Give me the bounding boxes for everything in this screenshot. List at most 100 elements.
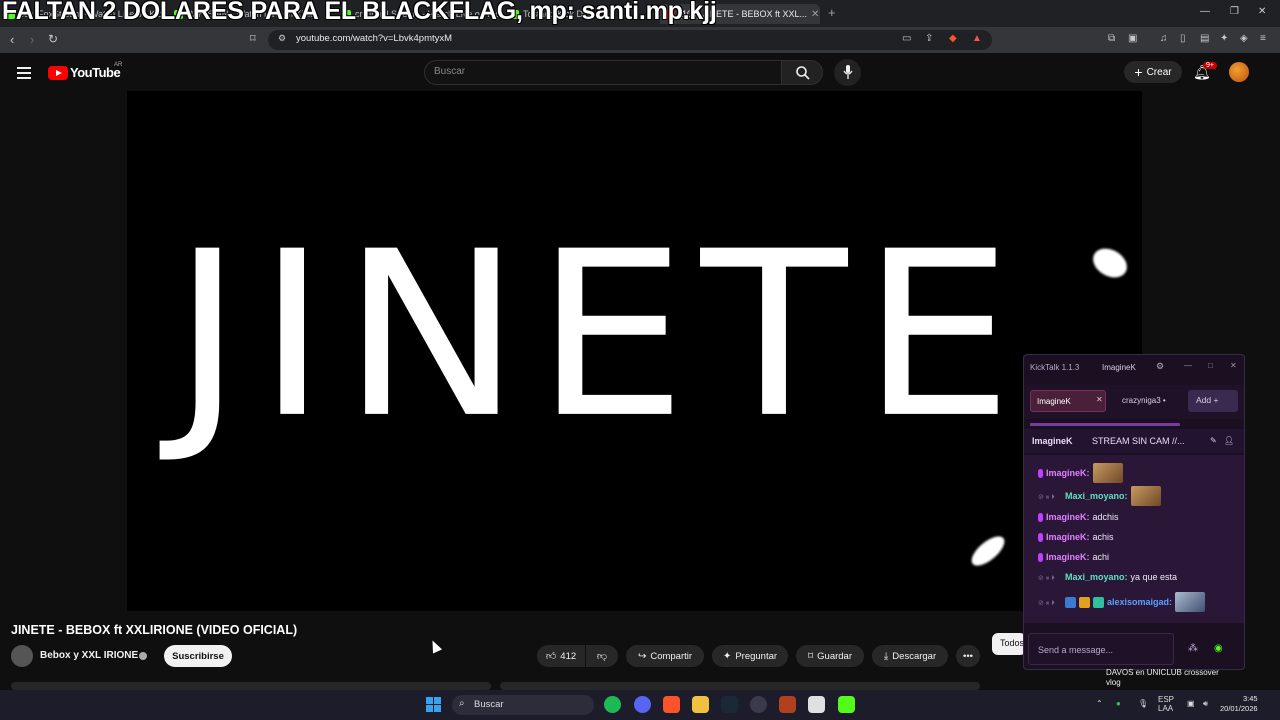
chat-username[interactable]: Maxi_moyano:: [1065, 491, 1128, 501]
channel-avatar[interactable]: [11, 645, 33, 667]
back-icon[interactable]: ‹: [10, 32, 14, 47]
mouse-cursor-icon: [427, 638, 443, 654]
ask-button[interactable]: ✦ Preguntar: [712, 645, 788, 667]
youtube-wordmark[interactable]: YouTube: [70, 65, 121, 80]
more-actions-button[interactable]: •••: [956, 645, 980, 667]
chat-text: achis: [1092, 532, 1114, 542]
share-icon[interactable]: ⇪: [925, 33, 933, 44]
new-tab-button[interactable]: +: [828, 5, 836, 20]
chat-username[interactable]: alexisomaigad:: [1107, 597, 1172, 607]
chat-username[interactable]: ImagineK:: [1046, 552, 1090, 562]
chat-tab-crazyniga3[interactable]: crazyniga3 •: [1122, 396, 1166, 405]
browser-tab-strip: ecal:FoxStream - Watch Live on Kick PARI…: [0, 0, 1280, 27]
lang-layout: LAA: [1158, 704, 1174, 713]
description-box[interactable]: [11, 682, 491, 690]
volume-icon[interactable]: 🔊︎: [1203, 699, 1208, 709]
search-button[interactable]: [781, 60, 823, 85]
menu-icon[interactable]: ≡: [1260, 33, 1266, 44]
mod-actions-icon[interactable]: ⊘ ⏸ ⏵: [1038, 574, 1062, 582]
sidebar-icon[interactable]: ▯: [1180, 33, 1186, 44]
extensions-icon[interactable]: ⧉: [1108, 33, 1115, 44]
cat-emote-icon: [1092, 463, 1123, 483]
mod-actions-icon[interactable]: ⊘ ⏸ ⏵: [1038, 493, 1062, 501]
extension-icon[interactable]: ▣: [1128, 33, 1137, 44]
like-button[interactable]: 👍︎ 412: [537, 645, 585, 667]
maximize-icon[interactable]: ❐: [1230, 6, 1239, 17]
file-explorer-icon[interactable]: [692, 696, 709, 713]
wallet-icon[interactable]: ▤: [1200, 33, 1209, 44]
app-icon[interactable]: [750, 696, 767, 713]
mod-actions-icon[interactable]: ⊘ ⏸ ⏵: [1038, 599, 1062, 607]
address-bar-row: ‹ › ↻ ⌑: [0, 27, 1280, 53]
close-window-icon[interactable]: ✕: [1258, 6, 1266, 17]
cat-emote-icon: [1130, 486, 1161, 506]
brave-rewards-icon[interactable]: ▲: [972, 33, 982, 44]
add-chat-button[interactable]: Add +: [1188, 390, 1238, 412]
emote-picker-icon[interactable]: ⁂: [1188, 643, 1198, 654]
filter-chip-all[interactable]: Todos: [992, 633, 1026, 655]
share-button[interactable]: ↪ Compartir: [626, 645, 704, 667]
bookmark-icon: ⌑: [808, 650, 814, 662]
forward-icon[interactable]: ›: [30, 32, 34, 47]
tray-overflow-icon[interactable]: ⌃: [1096, 699, 1103, 708]
user-icon[interactable]: 👤︎: [1224, 436, 1234, 445]
steam-icon[interactable]: [721, 696, 738, 713]
voice-search-button[interactable]: [834, 59, 861, 86]
spotify-icon[interactable]: [604, 696, 621, 713]
taskbar-search-label: Buscar: [474, 699, 504, 710]
reload-icon[interactable]: ↻: [48, 32, 58, 46]
pin-icon[interactable]: ✎: [1210, 436, 1217, 445]
comments-box[interactable]: [500, 682, 980, 690]
chat-username[interactable]: ImagineK:: [1046, 532, 1090, 542]
close-icon[interactable]: ✕: [1230, 361, 1237, 370]
vpn-icon[interactable]: ◈: [1240, 33, 1248, 44]
hamburger-menu-icon[interactable]: [17, 67, 31, 82]
close-tab-icon[interactable]: ✕: [1096, 395, 1103, 404]
notepad-icon[interactable]: [808, 696, 825, 713]
save-button[interactable]: ⌑ Guardar: [796, 645, 864, 667]
bookmark-icon[interactable]: ⌑: [250, 32, 256, 45]
minimize-icon[interactable]: —: [1200, 6, 1210, 17]
chat-tab-imaginek[interactable]: ImagineK: [1030, 390, 1106, 412]
channel-name[interactable]: Bebox y XXL IRIONE: [40, 650, 138, 661]
url-text[interactable]: youtube.com/watch?v=Lbvk4pmtyxM: [296, 33, 452, 44]
stream-channel-name[interactable]: ImagineK: [1032, 436, 1073, 446]
brave-icon[interactable]: [663, 696, 680, 713]
search-input[interactable]: [424, 60, 782, 85]
site-info-icon[interactable]: ⚙: [278, 33, 286, 44]
windows-start-icon[interactable]: [426, 697, 442, 713]
winrar-icon[interactable]: [779, 696, 796, 713]
discord-icon[interactable]: [634, 696, 651, 713]
youtube-logo-icon[interactable]: [48, 66, 68, 80]
maximize-icon[interactable]: □: [1208, 361, 1213, 370]
microphone-tray-icon[interactable]: 🎙︎: [1138, 699, 1148, 708]
close-tab-icon[interactable]: ✕: [811, 9, 819, 20]
language-indicator[interactable]: ESP LAA: [1158, 695, 1174, 713]
settings-gear-icon[interactable]: ⚙: [1156, 361, 1164, 372]
share-label: Compartir: [650, 650, 693, 662]
media-icon[interactable]: ♫: [1160, 33, 1168, 44]
like-count: 412: [560, 650, 577, 662]
create-button[interactable]: + Crear: [1124, 61, 1182, 83]
chat-username[interactable]: ImagineK:: [1046, 468, 1090, 478]
plus-icon: +: [1213, 395, 1219, 405]
download-button[interactable]: ⤓ Descargar: [872, 645, 948, 667]
chat-username[interactable]: ImagineK:: [1046, 512, 1090, 522]
subscribe-button[interactable]: Suscribirse: [164, 645, 232, 667]
badge-icon: [1065, 596, 1076, 608]
news-widget[interactable]: DAVOS en UNICLUB crossover vlog: [1106, 668, 1241, 688]
more-dots-icon: •••: [963, 650, 973, 662]
network-icon[interactable]: ▣: [1187, 699, 1195, 708]
chat-username[interactable]: Maxi_moyano:: [1065, 572, 1128, 582]
brave-shield-icon[interactable]: ◆: [949, 33, 957, 44]
leo-icon[interactable]: ✦: [1220, 33, 1228, 44]
minimize-icon[interactable]: —: [1184, 361, 1192, 370]
system-clock[interactable]: 3:45 20/01/2026: [1220, 694, 1258, 714]
dislike-button[interactable]: 👎︎: [586, 645, 618, 667]
tray-app-icon[interactable]: ●: [1116, 699, 1121, 708]
kicktalk-icon[interactable]: [838, 696, 855, 713]
cast-icon[interactable]: ▭: [902, 33, 911, 44]
kicktalk-user[interactable]: ImagineK: [1102, 363, 1136, 372]
account-avatar[interactable]: [1229, 62, 1249, 82]
kick-emotes-icon[interactable]: ◉: [1214, 643, 1223, 654]
